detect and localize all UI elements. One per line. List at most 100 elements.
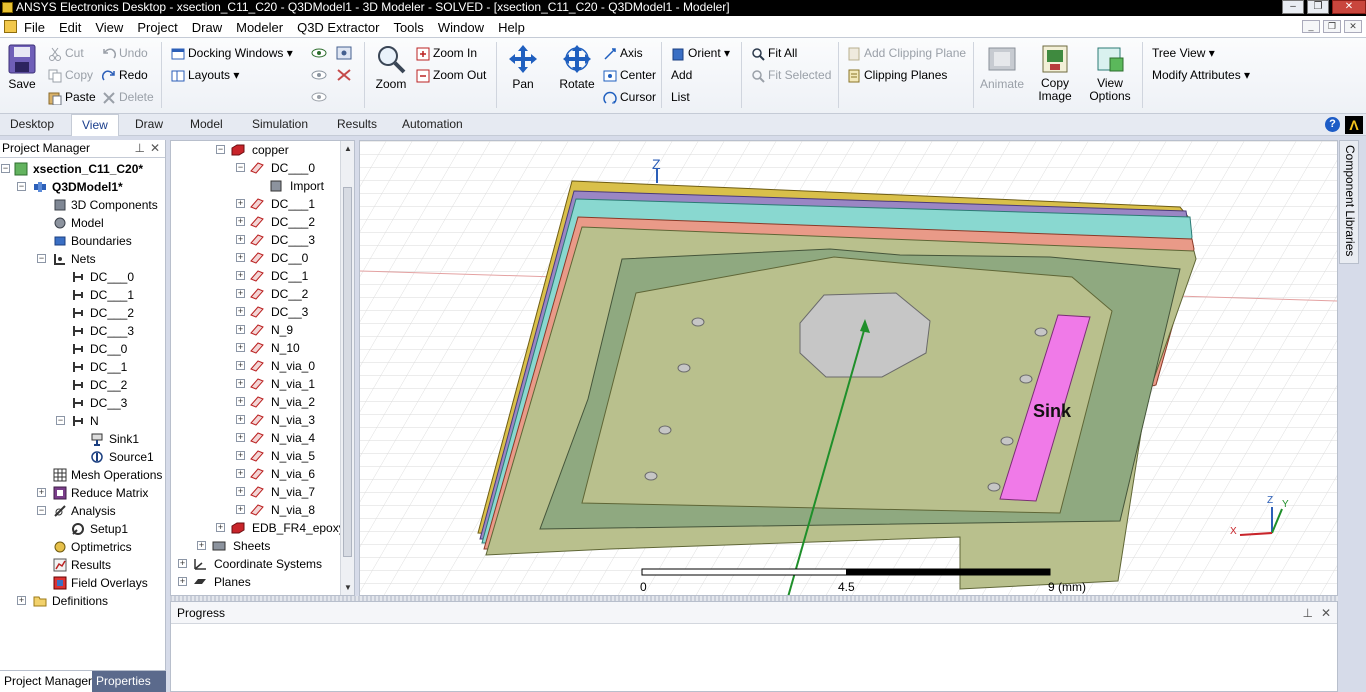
- document-icon[interactable]: [4, 20, 17, 33]
- minimize-button[interactable]: –: [1282, 0, 1304, 14]
- axis-button[interactable]: Axis: [603, 44, 643, 64]
- show-all-icon[interactable]: [336, 46, 352, 60]
- ribbon-separator: [364, 42, 365, 108]
- animate-button[interactable]: Animate: [979, 44, 1025, 91]
- via-hole[interactable]: [691, 317, 705, 327]
- list-button[interactable]: List: [671, 88, 690, 108]
- modify-attributes-button[interactable]: Modify Attributes ▾: [1152, 66, 1250, 86]
- tree-label: DC___3: [271, 233, 316, 247]
- scroll-up-icon[interactable]: ▲: [344, 144, 352, 153]
- net-icon: [73, 326, 83, 336]
- show-icon[interactable]: [311, 46, 327, 60]
- copy-button[interactable]: Copy: [48, 66, 93, 86]
- view-options-button[interactable]: View Options: [1087, 44, 1133, 103]
- docking-windows-button[interactable]: Docking Windows ▾: [171, 44, 293, 64]
- zoom-button[interactable]: Zoom: [373, 44, 409, 91]
- mdi-minimize-button[interactable]: _: [1302, 20, 1320, 33]
- menu-draw[interactable]: Draw: [192, 20, 222, 35]
- scroll-down-icon[interactable]: ▼: [344, 583, 352, 592]
- center-button[interactable]: Center: [603, 66, 656, 86]
- tab-properties[interactable]: Properties: [92, 671, 166, 692]
- via-hole[interactable]: [987, 482, 1001, 492]
- via-hole[interactable]: [658, 425, 672, 435]
- rotate-button[interactable]: Rotate: [557, 44, 597, 91]
- save-button[interactable]: Save: [5, 44, 39, 91]
- model-tree-scrollbar[interactable]: ▲ ▼: [340, 141, 354, 595]
- via-hole[interactable]: [1000, 436, 1014, 446]
- menu-window[interactable]: Window: [438, 20, 484, 35]
- close-icon[interactable]: ✕: [150, 140, 160, 157]
- mdi-restore-button[interactable]: ❐: [1323, 20, 1341, 33]
- center-label: Center: [620, 68, 657, 82]
- cursor-button[interactable]: Cursor: [603, 88, 656, 108]
- tab-results[interactable]: Results: [337, 117, 377, 131]
- via-hole[interactable]: [677, 363, 691, 373]
- paste-button[interactable]: Paste: [48, 88, 96, 108]
- add-button[interactable]: Add: [671, 66, 692, 86]
- visibility-icon[interactable]: [311, 90, 327, 104]
- copy-image-button[interactable]: Copy Image: [1034, 44, 1076, 103]
- mdi-controls: _ ❐ ✕: [1299, 20, 1362, 33]
- clipping-planes-button[interactable]: Clipping Planes: [847, 66, 947, 86]
- tree-view-button[interactable]: Tree View ▾: [1152, 44, 1215, 64]
- redo-button[interactable]: Redo: [102, 66, 148, 86]
- pan-button[interactable]: Pan: [505, 44, 541, 91]
- restore-button[interactable]: ❐: [1307, 0, 1329, 14]
- component-libraries-tab[interactable]: Component Libraries: [1339, 140, 1359, 264]
- pin-icon[interactable]: ⊥: [1303, 602, 1313, 624]
- tab-draw[interactable]: Draw: [135, 117, 163, 131]
- fit-all-button[interactable]: Fit All: [751, 44, 797, 64]
- menu-edit[interactable]: Edit: [59, 20, 81, 35]
- net-icon: [73, 290, 83, 300]
- coordinate-system-icon: [194, 559, 206, 570]
- help-icon[interactable]: ?: [1325, 117, 1340, 132]
- undo-button[interactable]: Undo: [102, 44, 148, 64]
- hide-icon[interactable]: [311, 68, 327, 82]
- close-button[interactable]: ✕: [1332, 0, 1366, 14]
- tree-label: Results: [71, 558, 112, 572]
- menu-tools[interactable]: Tools: [393, 20, 423, 35]
- orient-button[interactable]: Orient ▾: [671, 44, 730, 64]
- close-icon[interactable]: ✕: [1321, 602, 1331, 624]
- tree-label: DC___2: [271, 215, 316, 229]
- tree-label: DC___0: [90, 270, 135, 284]
- layouts-button[interactable]: Layouts ▾: [171, 66, 239, 86]
- tab-simulation[interactable]: Simulation: [252, 117, 308, 131]
- object-icon: [250, 252, 264, 264]
- menu-help[interactable]: Help: [498, 20, 525, 35]
- tree-label: N_via_5: [271, 449, 316, 463]
- via-hole[interactable]: [1034, 327, 1048, 337]
- zoom-out-button[interactable]: Zoom Out: [416, 66, 486, 86]
- mdi-close-button[interactable]: ✕: [1344, 20, 1362, 33]
- 3d-model-canvas[interactable]: Z Sink 0 4.5 9 (mm) Z Y X: [360, 141, 1338, 596]
- tree-label: N_via_6: [271, 467, 316, 481]
- cut-button[interactable]: Cut: [48, 44, 84, 64]
- hide-all-icon[interactable]: [336, 68, 352, 82]
- scroll-thumb[interactable]: [343, 187, 352, 557]
- tab-view[interactable]: View: [71, 114, 119, 136]
- via-hole[interactable]: [1019, 374, 1033, 384]
- menu-project[interactable]: Project: [137, 20, 177, 35]
- 3d-viewport[interactable]: Z Sink 0 4.5 9 (mm) Z Y X: [359, 140, 1338, 596]
- tab-project-manager[interactable]: Project Manager: [0, 671, 98, 692]
- tab-automation[interactable]: Automation: [402, 117, 463, 131]
- tab-model[interactable]: Model: [190, 117, 223, 131]
- delete-button[interactable]: Delete: [102, 88, 154, 108]
- object-icon: [250, 270, 264, 282]
- layout-icon: [171, 70, 185, 82]
- menu-view[interactable]: View: [95, 20, 123, 35]
- undo-label: Undo: [119, 46, 148, 60]
- pin-icon[interactable]: ⊥: [135, 140, 145, 157]
- add-clipping-plane-button[interactable]: Add Clipping Plane: [847, 44, 966, 64]
- project-manager-header: Project Manager ⊥ ✕: [0, 140, 165, 158]
- tab-desktop[interactable]: Desktop: [10, 117, 54, 131]
- optimetrics-icon: [54, 541, 66, 553]
- zoom-in-button[interactable]: Zoom In: [416, 44, 477, 64]
- fit-selected-button[interactable]: Fit Selected: [751, 66, 831, 86]
- via-hole[interactable]: [644, 471, 658, 481]
- menu-file[interactable]: File: [24, 20, 45, 35]
- mesh-icon: [53, 468, 67, 482]
- menu-q3d-extractor[interactable]: Q3D Extractor: [297, 20, 379, 35]
- clipping-planes-icon: [848, 69, 860, 83]
- menu-modeler[interactable]: Modeler: [236, 20, 283, 35]
